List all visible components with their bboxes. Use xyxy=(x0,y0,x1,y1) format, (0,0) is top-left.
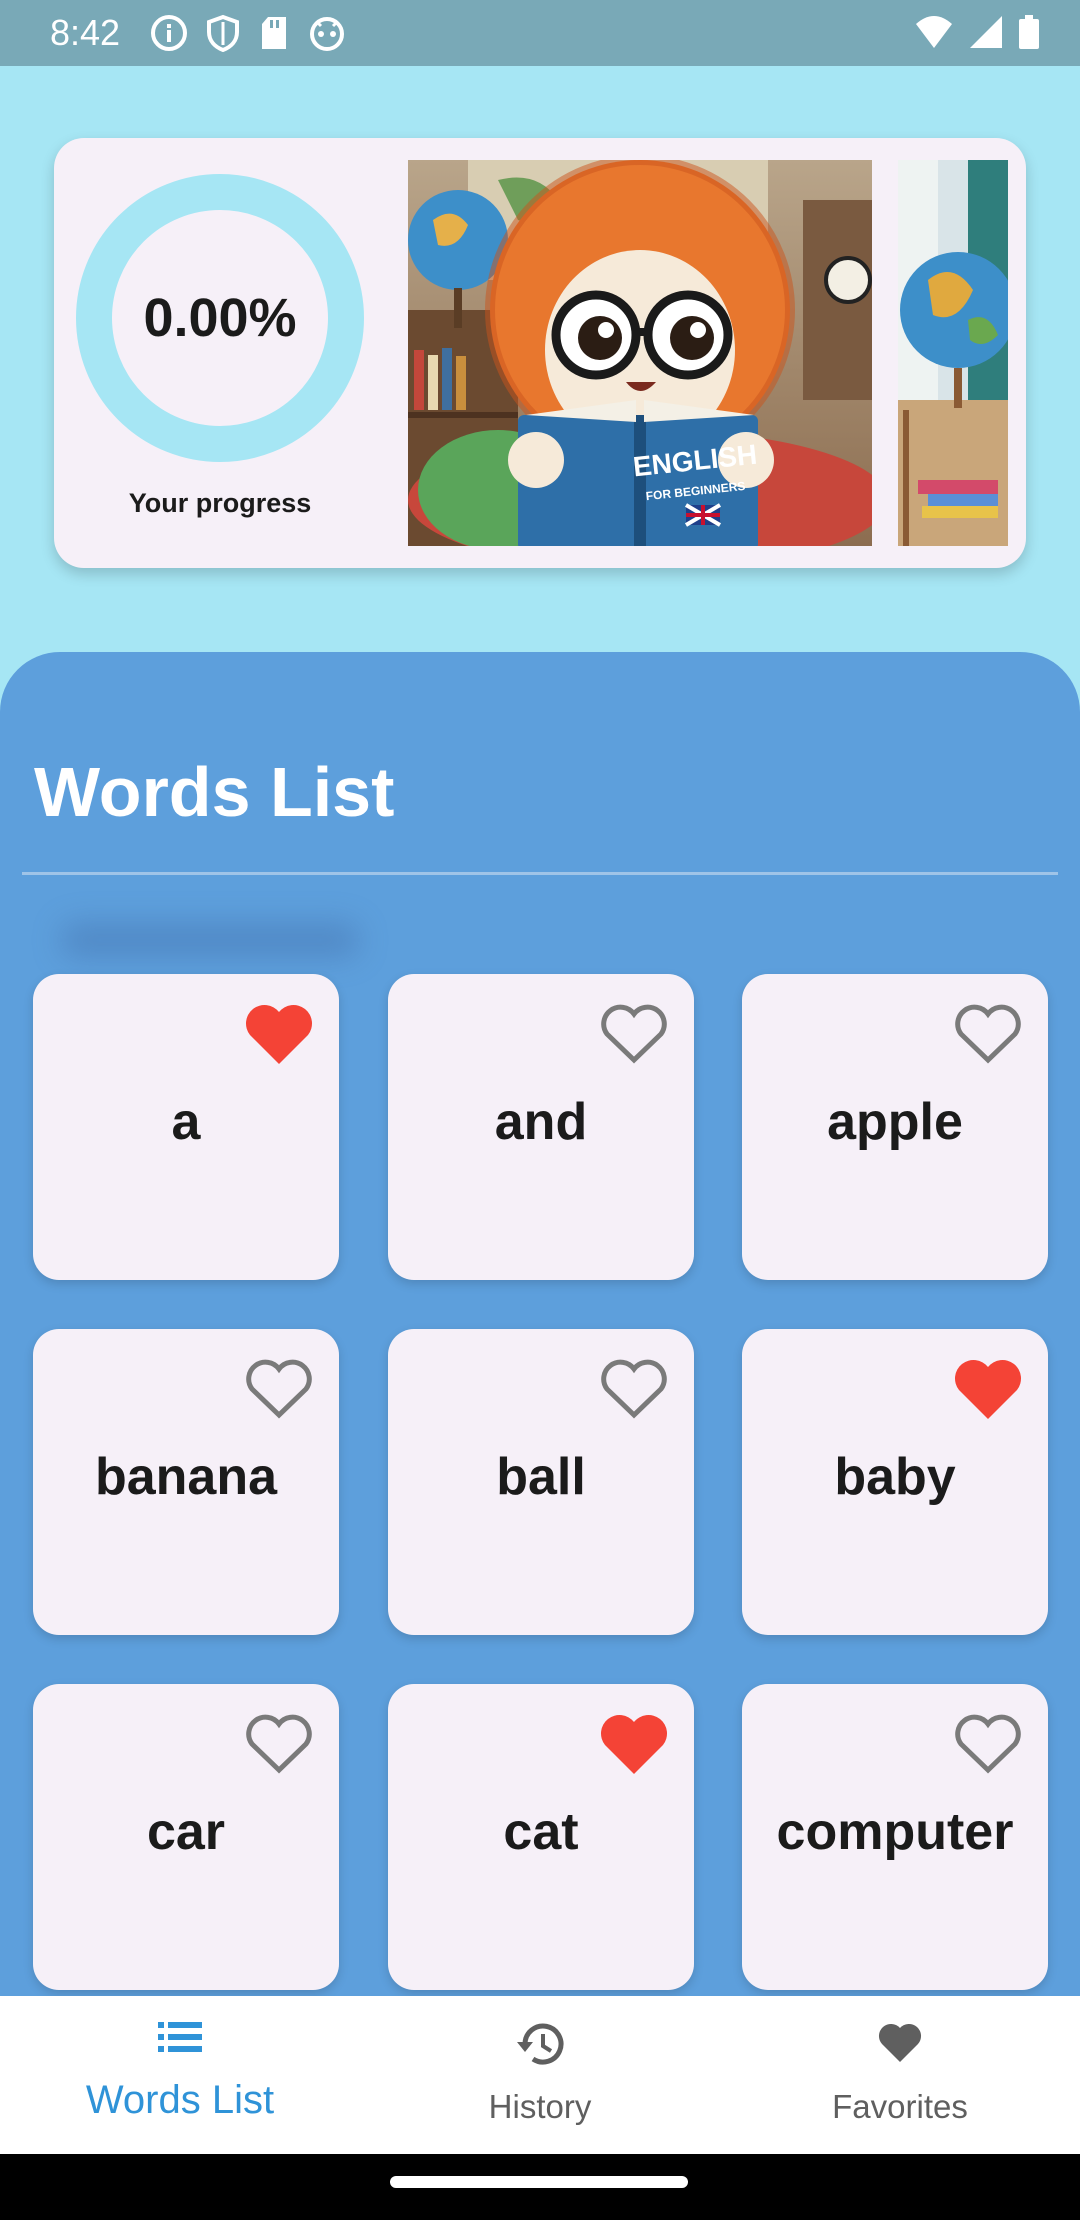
nav-label-favorites: Favorites xyxy=(832,2088,968,2125)
nav-tab-favorites[interactable]: Favorites xyxy=(720,1996,1080,2154)
carousel-image-globe[interactable] xyxy=(898,160,1008,546)
heart-icon xyxy=(720,2020,1080,2064)
word-label: apple xyxy=(827,1093,963,1151)
battery-icon xyxy=(1018,14,1040,50)
heart-outline-icon[interactable] xyxy=(952,1002,1024,1068)
nav-label-history: History xyxy=(488,2088,592,2125)
carousel-image-reading-character[interactable]: ENGLISH FOR BEGINNERS xyxy=(408,160,872,546)
progress-label: Your progress xyxy=(128,488,312,518)
word-label: a xyxy=(171,1093,201,1151)
word-card[interactable]: cat xyxy=(388,1684,694,1990)
heart-filled-icon[interactable] xyxy=(952,1357,1024,1423)
heart-outline-icon[interactable] xyxy=(598,1357,670,1423)
heart-filled-icon[interactable] xyxy=(243,1002,315,1068)
word-card[interactable]: banana xyxy=(33,1329,339,1635)
word-card[interactable]: car xyxy=(33,1684,339,1990)
android-face-icon xyxy=(308,14,346,52)
progress-percentage: 0.00% xyxy=(143,288,297,348)
word-card[interactable]: baby xyxy=(742,1329,1048,1635)
words-list-panel: Words List a and apple banana ball baby car cat… xyxy=(0,652,1080,2052)
home-gesture-pill[interactable] xyxy=(390,2176,688,2188)
word-label: car xyxy=(146,1803,226,1861)
status-time: 8:42 xyxy=(50,12,121,53)
status-bar: 8:42 xyxy=(0,0,1080,66)
info-icon xyxy=(150,14,188,52)
word-card[interactable]: computer xyxy=(742,1684,1048,1990)
nav-label-words-list: Words List xyxy=(85,2078,275,2122)
nav-tab-words-list[interactable]: Words List xyxy=(0,1996,360,2154)
signal-icon xyxy=(968,14,1004,50)
bottom-navigation: Words List History Favorites xyxy=(0,1996,1080,2154)
word-label: ball xyxy=(496,1448,586,1506)
word-label: baby xyxy=(834,1448,956,1506)
nav-tab-history[interactable]: History xyxy=(360,1996,720,2154)
word-label: and xyxy=(494,1093,588,1151)
history-icon xyxy=(360,2020,720,2068)
heart-outline-icon[interactable] xyxy=(243,1357,315,1423)
word-grid: a and apple banana ball baby car cat computer xyxy=(0,652,1080,2052)
system-navigation-bar xyxy=(0,2154,1080,2220)
wifi-icon xyxy=(914,14,954,50)
progress-card: 0.00% Your progress ENGLISH FOR BEGINNER… xyxy=(54,138,1026,568)
word-card[interactable]: a xyxy=(33,974,339,1280)
word-label: banana xyxy=(94,1448,278,1506)
word-card[interactable]: apple xyxy=(742,974,1048,1280)
sd-card-icon xyxy=(258,14,290,52)
heart-outline-icon[interactable] xyxy=(598,1002,670,1068)
word-label: cat xyxy=(503,1803,579,1861)
heart-filled-icon[interactable] xyxy=(598,1712,670,1778)
shield-icon xyxy=(206,14,240,52)
word-label: computer xyxy=(776,1803,1014,1861)
word-card[interactable]: ball xyxy=(388,1329,694,1635)
list-icon xyxy=(0,2020,360,2054)
heart-outline-icon[interactable] xyxy=(952,1712,1024,1778)
word-card[interactable]: and xyxy=(388,974,694,1280)
heart-outline-icon[interactable] xyxy=(243,1712,315,1778)
